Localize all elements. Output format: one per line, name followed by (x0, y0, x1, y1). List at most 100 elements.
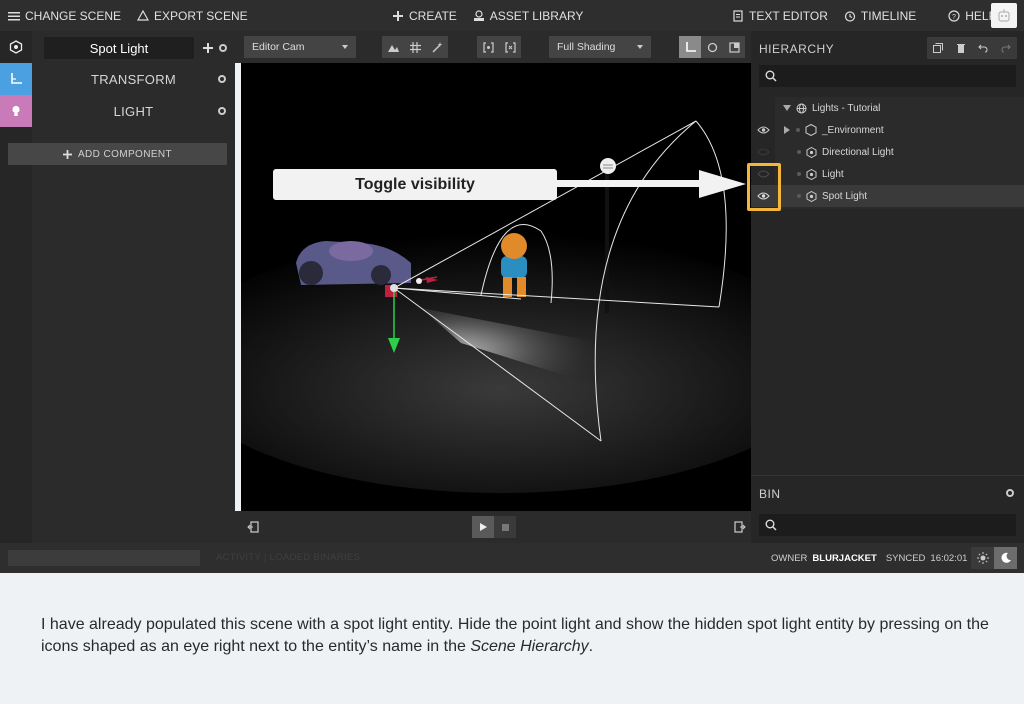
component-transform[interactable]: TRANSFORM (32, 63, 235, 95)
delete-button[interactable] (950, 37, 973, 59)
tree-directional-light-label: Directional Light (797, 146, 894, 158)
snap-tools (382, 36, 448, 58)
tree-row-light[interactable]: Light (751, 163, 1024, 185)
text-editor-label: TEXT EDITOR (749, 8, 828, 23)
sun-icon (976, 552, 989, 564)
eye-icon[interactable] (757, 125, 770, 135)
gear-icon[interactable] (217, 106, 227, 116)
instructions-emphasis: Scene Hierarchy (470, 638, 589, 655)
light-theme-button[interactable] (971, 547, 994, 569)
trash-icon (956, 44, 965, 53)
play-button[interactable] (472, 516, 494, 538)
document-icon (733, 9, 743, 22)
scale-tool-button[interactable] (723, 36, 745, 58)
create-button[interactable]: CREATE (384, 0, 465, 31)
callout-arrow-icon (556, 170, 746, 198)
create-label: CREATE (409, 8, 457, 23)
tree-item-label: Light (822, 168, 844, 180)
tree-row-environment[interactable]: _Environment (751, 119, 1024, 141)
export-scene-button[interactable]: EXPORT SCENE (129, 0, 256, 31)
duplicate-icon (933, 43, 944, 53)
asset-library-label: ASSET LIBRARY (489, 8, 584, 23)
scene-render (241, 120, 751, 493)
light-tab[interactable] (0, 95, 32, 127)
frame-all-button[interactable] (499, 36, 521, 58)
collapse-right-icon[interactable] (734, 521, 746, 533)
tree-item-label: Lights - Tutorial (812, 102, 881, 114)
frame-selected-button[interactable] (477, 36, 499, 58)
tree-item-label: Directional Light (822, 146, 894, 158)
tree-row-spot-light[interactable]: Spot Light (751, 185, 1024, 207)
asset-library-button[interactable]: ASSET LIBRARY (465, 0, 592, 31)
mountain-icon (387, 44, 399, 52)
hierarchy-search-input[interactable] (759, 65, 1016, 87)
dot-icon (796, 128, 800, 132)
export-scene-label: EXPORT SCENE (154, 8, 248, 23)
rotate-icon (707, 42, 717, 52)
wand-icon (431, 41, 443, 53)
shading-select[interactable]: Full Shading (549, 36, 651, 58)
frame-tools (477, 36, 521, 58)
entity-icon (806, 190, 817, 202)
gear-icon[interactable] (217, 74, 227, 84)
timeline-button[interactable]: TIMELINE (836, 0, 924, 31)
change-scene-button[interactable]: CHANGE SCENE (0, 0, 129, 31)
translate-tool-button[interactable] (679, 36, 701, 58)
export-icon (137, 9, 150, 21)
tree-light-label: Light (797, 168, 844, 180)
undo-button[interactable] (972, 37, 995, 59)
grid-toggle-button[interactable] (404, 36, 426, 58)
transform-icon (11, 73, 22, 84)
undo-icon (978, 44, 988, 53)
grid-icon (409, 41, 421, 53)
stop-button[interactable] (494, 516, 516, 538)
plus-icon (62, 149, 72, 159)
component-light[interactable]: LIGHT (32, 95, 235, 127)
instructions-end: . (588, 638, 594, 655)
hierarchy-panel: HIERARCHY Lights - Tutorial _Environment (751, 31, 1024, 478)
entity-icon (806, 146, 817, 158)
redo-button[interactable] (995, 37, 1018, 59)
activity-status[interactable]: ACTIVITY | LOADED BINARIES (216, 552, 360, 563)
add-icon[interactable] (203, 43, 213, 53)
transform-tab[interactable] (0, 63, 32, 95)
eye-icons-highlight (747, 163, 781, 211)
component-icon-strip (0, 31, 32, 543)
viewport-bottom-bar (235, 511, 751, 543)
entity-tab[interactable] (0, 31, 32, 63)
entity-name-field[interactable]: Spot Light (44, 37, 194, 59)
bin-search-input[interactable] (759, 514, 1016, 536)
tree-row-root[interactable]: Lights - Tutorial (751, 97, 1024, 119)
chevron-down-icon[interactable] (783, 104, 791, 112)
scale-icon (728, 41, 740, 53)
owner-sync-info: OWNER BLURJACKET SYNCED 16:02:01 (771, 553, 967, 564)
globe-icon (796, 103, 807, 113)
tree-environment-label: _Environment (783, 124, 884, 136)
status-bar: ACTIVITY | LOADED BINARIES OWNER BLURJAC… (0, 543, 1024, 573)
eye-icon-hidden[interactable] (757, 147, 770, 157)
collapse-left-icon[interactable] (247, 521, 259, 533)
bin-panel: BIN (751, 475, 1024, 543)
robot-icon (998, 8, 1010, 21)
terrain-tool-button[interactable] (382, 36, 404, 58)
camera-select[interactable]: Editor Cam (244, 36, 356, 58)
duplicate-button[interactable] (927, 37, 950, 59)
add-component-button[interactable]: ADD COMPONENT (8, 143, 227, 165)
dot-icon (797, 172, 801, 176)
synced-label: SYNCED (885, 553, 926, 564)
scene-viewport[interactable] (241, 63, 751, 511)
user-avatar[interactable] (991, 3, 1017, 28)
magic-wand-button[interactable] (426, 36, 448, 58)
tree-row-directional-light[interactable]: Directional Light (751, 141, 1024, 163)
lightbulb-icon (12, 105, 20, 116)
dark-theme-button[interactable] (994, 547, 1017, 569)
bin-gear-icon[interactable] (1005, 488, 1015, 498)
clock-icon (844, 10, 856, 22)
rotate-tool-button[interactable] (701, 36, 723, 58)
chevron-right-icon[interactable] (783, 126, 791, 134)
text-editor-button[interactable]: TEXT EDITOR (724, 0, 836, 31)
component-transform-label: TRANSFORM (90, 71, 177, 87)
tree-root-label: Lights - Tutorial (783, 103, 880, 114)
entity-gear-icon[interactable] (218, 43, 228, 53)
chevron-down-icon (342, 45, 348, 49)
